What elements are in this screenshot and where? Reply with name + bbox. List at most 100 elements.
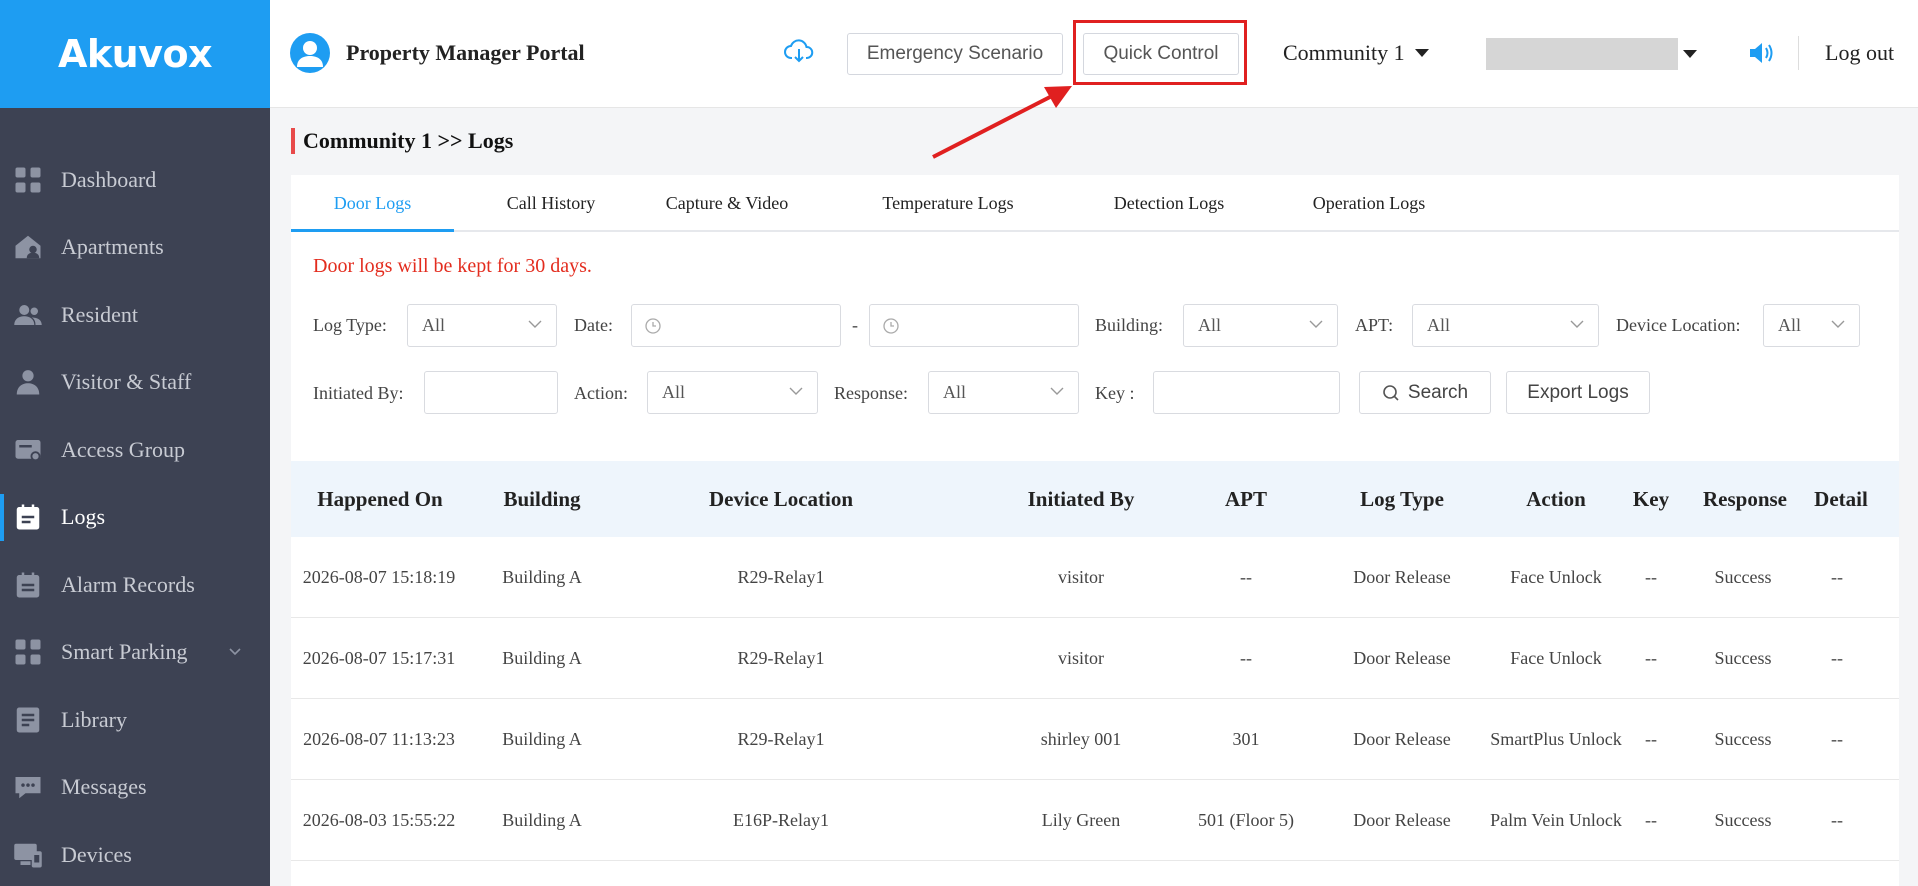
avatar[interactable] [290,33,330,73]
sidebar-item-messages[interactable]: Messages [0,754,270,822]
response-select[interactable]: All [928,371,1079,414]
tab-temperature-logs[interactable]: Temperature Logs [857,175,1039,232]
emergency-scenario-button[interactable]: Emergency Scenario [847,33,1063,75]
log-type-select[interactable]: All [407,304,557,347]
cell-detail[interactable]: -- [1797,618,1877,699]
sidebar-item-dashboard[interactable]: Dashboard [0,146,270,214]
sidebar-item-access-group[interactable]: Access Group [0,416,270,484]
table-row[interactable]: 2026-08-07 11:13:23 Building A R29-Relay… [291,699,1899,780]
header-divider [1798,36,1799,70]
sidebar-nav: Dashboard Apartments Resident Visitor & … [0,146,270,886]
end-date-input[interactable] [869,304,1079,347]
cell-happened-on: 2026-08-03 15:55:22 [302,810,456,830]
cell-detail[interactable]: -- [1797,537,1877,618]
table-row[interactable]: 2026-08-07 15:18:19 Building A R29-Relay… [291,537,1899,618]
col-apt[interactable]: APT [1161,461,1331,537]
cloud-download-icon[interactable] [784,36,814,66]
cell-log-type: Door Release [1353,648,1451,668]
user-menu-caret-icon[interactable] [1683,50,1697,58]
apt-select[interactable]: All [1412,304,1599,347]
chevron-down-icon[interactable] [228,645,242,659]
cell-log-type: Door Release [1353,810,1451,830]
export-logs-button[interactable]: Export Logs [1506,371,1650,414]
cell-key: -- [1645,810,1657,830]
table-row[interactable]: 2026-08-03 15:55:22 Building A E16P-Rela… [291,780,1899,861]
export-logs-label: Export Logs [1527,381,1629,403]
sidebar-item-apartments[interactable]: Apartments [0,214,270,282]
user-name-redacted[interactable] [1486,38,1678,70]
sidebar-item-logs[interactable]: Logs [0,484,270,552]
cell-log-type: Door Release [1353,567,1451,587]
cell-device-location: R29-Relay1 [737,567,825,587]
sidebar-item-alarm-records[interactable]: Alarm Records [0,551,270,619]
log-type-label: Log Type: [313,315,387,335]
device-location-select[interactable]: All [1763,304,1860,347]
sidebar-item-label: Visitor & Staff [61,369,192,395]
logo-text: Akuvox [57,32,213,76]
key-label: Key : [1095,383,1135,403]
sidebar-item-label: Dashboard [61,166,157,192]
sidebar-item-visitor-staff[interactable]: Visitor & Staff [0,349,270,417]
building-select[interactable]: All [1183,304,1338,347]
tab-capture-video[interactable]: Capture & Video [647,175,807,232]
cell-happened-on: 2026-08-07 15:17:31 [302,648,456,668]
cell-response: Success [1714,648,1772,668]
tab-operation-logs[interactable]: Operation Logs [1291,175,1447,232]
logs-panel: Door Logs Call History Capture & Video T… [291,175,1899,886]
col-detail[interactable]: Detail [1801,461,1881,537]
dashboard-icon [13,165,43,195]
sidebar-item-label: Alarm Records [61,571,195,597]
col-action[interactable]: Action [1481,461,1631,537]
col-device-location[interactable]: Device Location [681,461,881,537]
cell-apt: 301 [1232,729,1260,749]
apt-value: All [1427,315,1451,335]
start-date-input[interactable] [631,304,841,347]
speaker-icon[interactable] [1746,38,1776,68]
devices-icon [13,840,43,870]
cell-initiated-by: visitor [1057,648,1104,668]
sidebar-item-smart-parking[interactable]: Smart Parking [0,619,270,687]
caret-down-icon [1414,49,1429,57]
cell-key: -- [1645,648,1657,668]
logs-icon [13,502,43,532]
tab-door-logs[interactable]: Door Logs [291,175,454,232]
col-building[interactable]: Building [487,461,597,537]
cell-action: Face Unlock [1510,648,1602,668]
clock-icon [883,318,899,334]
retention-notice: Door logs will be kept for 30 days. [313,255,592,277]
col-happened-on[interactable]: Happened On [311,461,449,537]
tab-call-history[interactable]: Call History [487,175,615,232]
logout-link[interactable]: Log out [1825,40,1894,66]
device-location-label: Device Location: [1616,315,1741,335]
col-key[interactable]: Key [1621,461,1681,537]
cell-detail[interactable]: -- [1797,780,1877,861]
akuvox-logo[interactable]: Akuvox [0,0,270,108]
chevron-down-icon [1050,387,1064,395]
sidebar-item-resident[interactable]: Resident [0,281,270,349]
sidebar-item-label: Messages [61,774,147,800]
community-name: Community 1 [1283,40,1405,65]
community-select[interactable]: Community 1 [1283,40,1429,66]
tab-detection-logs[interactable]: Detection Logs [1091,175,1247,232]
parking-icon [13,637,43,667]
col-initiated-by[interactable]: Initiated By [1011,461,1151,537]
cell-detail[interactable]: -- [1797,699,1877,780]
cell-building: Building A [502,567,582,587]
device-location-value: All [1778,315,1802,335]
initiated-by-label: Initiated By: [313,383,404,403]
col-response[interactable]: Response [1685,461,1805,537]
sidebar-item-library[interactable]: Library [0,686,270,754]
sidebar-item-label: Smart Parking [61,639,188,665]
action-select[interactable]: All [647,371,818,414]
search-button[interactable]: Search [1359,371,1491,414]
key-input[interactable] [1153,371,1340,414]
col-log-type[interactable]: Log Type [1327,461,1477,537]
cell-device-location: R29-Relay1 [737,648,825,668]
sidebar-item-devices[interactable]: Devices [0,821,270,886]
sidebar-item-label: Library [61,706,127,732]
cell-device-location: R29-Relay1 [737,729,825,749]
initiated-by-input[interactable] [424,371,558,414]
sidebar-item-label: Access Group [61,436,186,462]
table-row[interactable]: 2026-08-07 15:17:31 Building A R29-Relay… [291,618,1899,699]
chevron-down-icon [1309,320,1323,328]
